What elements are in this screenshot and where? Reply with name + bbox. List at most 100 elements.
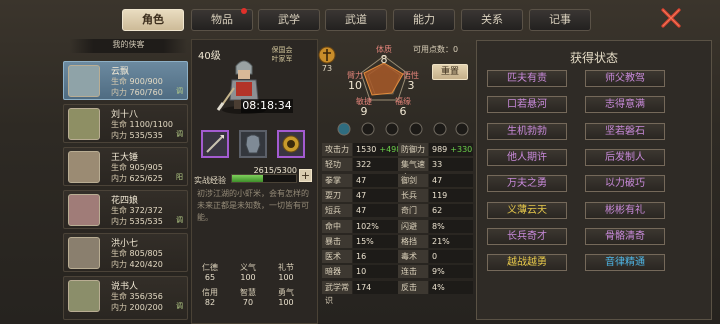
notification-dot bbox=[241, 8, 247, 14]
amulet-icon bbox=[282, 135, 300, 153]
stat-label: 医术 bbox=[322, 250, 352, 264]
stat-label: 连击 bbox=[398, 265, 428, 279]
points-available: 可用点数：0 bbox=[413, 45, 459, 54]
avatar bbox=[68, 65, 100, 97]
stat-label: 毒术 bbox=[398, 250, 428, 264]
tab-martial-way[interactable]: 武道 bbox=[325, 9, 387, 31]
gem-sockets bbox=[336, 122, 470, 136]
status-badge[interactable]: 生机勃勃 bbox=[487, 122, 567, 140]
avatar bbox=[68, 237, 100, 269]
accessory-slot[interactable] bbox=[277, 130, 305, 158]
tab-relations[interactable]: 关系 bbox=[461, 9, 523, 31]
stat-value: 33 bbox=[429, 158, 473, 172]
stat-row: 闪避 8% bbox=[398, 219, 473, 233]
character-card[interactable]: 洪小七 生命 805/805 内力 420/420 bbox=[63, 233, 188, 272]
status-badge[interactable]: 骨骼清奇 bbox=[585, 227, 665, 245]
status-badge[interactable]: 义薄云天 bbox=[487, 201, 567, 219]
stat-row: 拳掌 47 bbox=[322, 173, 404, 187]
status-badge[interactable]: 后发制人 bbox=[585, 148, 665, 166]
character-card[interactable]: 刘十八 生命 1100/1100 内力 535/535 调 bbox=[63, 104, 188, 143]
stat-label: 暗器 bbox=[322, 265, 352, 279]
status-badge[interactable]: 以力破巧 bbox=[585, 175, 665, 193]
stat-value: 16 bbox=[353, 250, 404, 264]
attr-strength: 臂力 10 bbox=[347, 71, 363, 92]
character-card[interactable]: 花四娘 生命 372/372 内力 535/535 调 bbox=[63, 190, 188, 229]
attr-agility: 敏捷 9 bbox=[356, 97, 372, 118]
stat-label: 防御力 bbox=[398, 143, 428, 156]
status-badge[interactable]: 他人期许 bbox=[487, 148, 567, 166]
spear-icon bbox=[206, 135, 224, 153]
stat-value: 47 bbox=[353, 173, 404, 187]
virtue-cell: 智慧 70 bbox=[240, 288, 256, 307]
stat-row: 长兵 119 bbox=[398, 188, 473, 202]
stat-label: 耍刀 bbox=[322, 188, 352, 202]
tab-martial-arts[interactable]: 武学 bbox=[258, 9, 320, 31]
add-exp-button[interactable]: + bbox=[299, 169, 312, 182]
character-tag: 调 bbox=[176, 302, 183, 310]
status-badge[interactable]: 越战越勇 bbox=[487, 254, 567, 272]
virtue-cell: 礼节 100 bbox=[278, 263, 294, 282]
potential-value: 73 bbox=[321, 64, 333, 73]
character-card[interactable]: 王大锤 生命 905/905 内力 625/625 阳 bbox=[63, 147, 188, 186]
armor-slot[interactable] bbox=[239, 130, 267, 158]
avatar bbox=[68, 280, 100, 312]
exp-bar-fill bbox=[232, 175, 264, 182]
stat-row: 武学常识 174 bbox=[322, 280, 404, 305]
stat-label: 轻功 bbox=[322, 158, 352, 172]
status-badge[interactable]: 音律精通 bbox=[585, 254, 665, 272]
stat-label: 集气速度 bbox=[398, 158, 428, 182]
attr-constitution: 体质 8 bbox=[376, 45, 392, 66]
character-tag: 调 bbox=[176, 216, 183, 224]
exp-bar bbox=[231, 174, 297, 183]
character-tag: 调 bbox=[176, 130, 183, 138]
character-card[interactable]: 云飘 生命 900/900 内力 760/760 调 bbox=[63, 61, 188, 100]
stat-label: 反击 bbox=[398, 280, 428, 294]
status-badge[interactable]: 口若悬河 bbox=[487, 96, 567, 114]
weapon-slot[interactable] bbox=[201, 130, 229, 158]
character-tag: 调 bbox=[176, 87, 183, 95]
stat-row: 轻功 322 bbox=[322, 158, 404, 172]
status-title: 获得状态 bbox=[569, 51, 618, 65]
status-badge[interactable]: 匹夫有责 bbox=[487, 70, 567, 87]
stat-row: 连击 9% bbox=[398, 265, 473, 279]
stat-value: 8% bbox=[429, 219, 473, 233]
reset-button[interactable]: 重置 bbox=[432, 64, 468, 80]
status-badge[interactable]: 师父教驾 bbox=[585, 70, 665, 87]
virtue-cell: 义气 100 bbox=[240, 263, 256, 282]
stat-label: 暴击 bbox=[322, 234, 352, 248]
potential-icon bbox=[318, 46, 336, 64]
hero-profile: 初涉江湖的小虾米，会有怎样的未来正都是未知数，一切皆有可能。 bbox=[197, 189, 309, 222]
stat-label: 武学常识 bbox=[322, 280, 352, 305]
event-timer: 08:18:34 bbox=[241, 99, 293, 113]
stat-label: 短兵 bbox=[322, 204, 352, 218]
status-badge[interactable]: 彬彬有礼 bbox=[585, 201, 665, 219]
status-badge[interactable]: 万夫之勇 bbox=[487, 175, 567, 193]
tab-role[interactable]: 角色 bbox=[122, 9, 184, 31]
stat-value: 47 bbox=[429, 173, 473, 187]
stat-row: 奇门 62 bbox=[398, 204, 473, 218]
status-badge[interactable]: 志得意满 bbox=[585, 96, 665, 114]
stat-label: 闪避 bbox=[398, 219, 428, 233]
stat-label: 攻击力 bbox=[322, 143, 352, 156]
tab-ability[interactable]: 能力 bbox=[393, 9, 455, 31]
status-badge[interactable]: 坚若磐石 bbox=[585, 122, 665, 140]
attr-fortune: 福缘 6 bbox=[395, 97, 411, 118]
stat-value: 10 bbox=[353, 265, 404, 279]
character-screen: 角色 物品 武学 武道 能力 关系 记事 我的侠客 云飘 生命 900/900 … bbox=[0, 0, 720, 324]
stat-row: 耍刀 47 bbox=[322, 188, 404, 202]
stat-label: 格挡 bbox=[398, 234, 428, 248]
stat-value: 62 bbox=[429, 204, 473, 218]
status-badge[interactable]: 长兵奇才 bbox=[487, 227, 567, 245]
virtue-cell: 勇气 100 bbox=[278, 288, 294, 307]
exp-value: 2615/5300 bbox=[253, 166, 297, 175]
character-card[interactable]: 说书人 生命 356/356 内力 200/200 调 bbox=[63, 276, 188, 320]
stat-row: 毒术 0 bbox=[398, 250, 473, 264]
stat-row: 暗器 10 bbox=[322, 265, 404, 279]
stat-value: 174 bbox=[353, 280, 404, 294]
tab-items[interactable]: 物品 bbox=[191, 8, 253, 31]
close-icon[interactable] bbox=[659, 6, 683, 30]
avatar bbox=[68, 194, 100, 226]
tab-journal[interactable]: 记事 bbox=[529, 9, 591, 31]
stat-row: 御剑 47 bbox=[398, 173, 473, 187]
stat-label: 命中 bbox=[322, 219, 352, 233]
